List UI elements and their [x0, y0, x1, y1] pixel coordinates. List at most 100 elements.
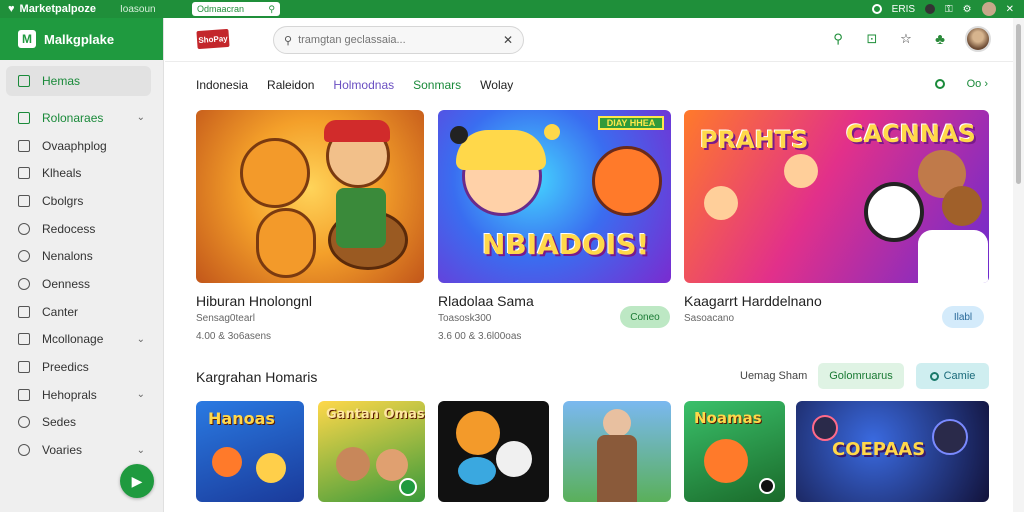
sidebar-item-sedes[interactable]: Sedes: [0, 409, 163, 437]
sidebar-item-label: Sedes: [42, 415, 77, 430]
tab-raleidon[interactable]: Raleidon: [267, 78, 314, 92]
action-button[interactable]: Ilabl: [942, 306, 984, 328]
sidebar-item-mcollonage[interactable]: Mcollonage ⌄: [0, 326, 163, 354]
character-art: [336, 447, 370, 481]
sidebar-item-label: Preedics: [42, 360, 89, 375]
featured-card[interactable]: DIAY HHEA NBIADOIS! Rladolaa Sama Toasos…: [438, 110, 671, 342]
clover-icon[interactable]: ♣: [931, 30, 949, 48]
profile-dot-icon[interactable]: [925, 4, 936, 14]
scrollbar[interactable]: [1013, 18, 1024, 512]
featured-card[interactable]: PRAHTS CACNNAS Kaagarrt Harddelnano Saso…: [684, 110, 989, 328]
game-title[interactable]: Hiburan Hnolongnl: [196, 293, 424, 309]
sidebar-item-cbolgrs[interactable]: Cbolgrs: [0, 187, 163, 215]
search-icon: ⚲: [268, 3, 275, 14]
bag-icon[interactable]: ⊡: [863, 30, 881, 48]
user-avatar[interactable]: [965, 26, 991, 52]
settings-icon[interactable]: ⚙: [963, 4, 972, 15]
character-shirt-art: [336, 188, 386, 248]
category-tabs: Indonesia Raleidon Holmodnas Sonmars Wol…: [196, 78, 513, 92]
leaf-icon: [18, 111, 30, 124]
lock-icon[interactable]: ⚿: [945, 4, 953, 15]
browser-tab[interactable]: Ioasoun: [120, 4, 188, 15]
featured-card[interactable]: Hiburan Hnolongnl Sensag0tearl 4.00 & 3o…: [196, 110, 424, 342]
record-icon[interactable]: [871, 4, 882, 14]
browser-brand[interactable]: ♥ Marketpalpoze: [0, 3, 120, 15]
browser-right-label: ERIS: [891, 3, 916, 15]
browser-right-controls: ERIS ⚿ ⚙ ✕: [871, 0, 1014, 18]
floating-action-button[interactable]: ▶: [120, 464, 154, 498]
sidebar-item-klheals[interactable]: Klheals: [0, 159, 163, 187]
search-icon[interactable]: ⚲: [829, 30, 847, 48]
game-tile[interactable]: [563, 401, 671, 502]
game-tile[interactable]: Noamas: [684, 401, 785, 502]
heart-logo-icon: ♥: [8, 3, 15, 15]
app-header: ShoPay ⚲ ✕ ⚲ ⊡ ☆ ♣: [165, 18, 1013, 62]
header-actions: ⚲ ⊡ ☆ ♣: [829, 26, 991, 52]
badge-icon: [759, 478, 775, 494]
scroll-thumb[interactable]: [1016, 24, 1021, 184]
game-thumbnail[interactable]: DIAY HHEA NBIADOIS!: [438, 110, 671, 283]
filter-icon[interactable]: [934, 79, 945, 89]
page-icon: [18, 361, 30, 374]
grid-icon: [18, 333, 30, 346]
game-tile[interactable]: Hanoas: [196, 401, 304, 502]
sidebar-item-rolonaraes[interactable]: Rolonaraes ⌄: [0, 104, 163, 132]
tab-wolay[interactable]: Wolay: [480, 78, 513, 92]
game-title[interactable]: Kaagarrt Harddelnano: [684, 293, 989, 309]
tile-art-title: Gantan Omas: [326, 407, 425, 422]
sidebar-item-hehoprals[interactable]: Hehoprals ⌄: [0, 381, 163, 409]
filter-chip-label: Camie: [943, 370, 976, 382]
app-logo-icon: M: [18, 30, 36, 48]
square-icon: [18, 167, 30, 180]
close-icon[interactable]: ✕: [1006, 4, 1014, 15]
character-art: [458, 457, 496, 485]
box-icon: [18, 194, 30, 207]
url-pill[interactable]: Odmaacran ⚲: [192, 2, 280, 16]
character-art: [456, 411, 500, 455]
doc-icon: [18, 305, 30, 318]
game-tile[interactable]: COEPAAS: [796, 401, 989, 502]
jersey-art: [918, 230, 988, 283]
character-body-art: [256, 208, 316, 278]
tab-holmodnas[interactable]: Holmodnas: [333, 78, 394, 92]
bookmark-icon[interactable]: ☆: [897, 30, 915, 48]
sidebar-item-home[interactable]: Hemas: [6, 66, 151, 96]
star-icon: [18, 444, 30, 457]
search-bar[interactable]: ⚲ ✕: [273, 26, 524, 54]
tabs-more-link[interactable]: Oo ›: [967, 78, 988, 90]
filter-chip[interactable]: Golomruarus: [818, 363, 904, 389]
sidebar-item-label: Hemas: [42, 74, 81, 88]
play-button[interactable]: Coneo: [620, 306, 670, 328]
tabs-more-label: Oo: [966, 78, 982, 90]
tabs-right-controls: Oo ›: [934, 78, 988, 90]
search-icon: [18, 277, 30, 290]
filter-chip-camie[interactable]: Camie: [916, 363, 989, 389]
sidebar-item-nenalons[interactable]: Nenalons: [0, 242, 163, 270]
tab-indonesia[interactable]: Indonesia: [196, 78, 248, 92]
character-art: [812, 415, 838, 441]
circle-icon: [929, 371, 939, 381]
sidebar-item-oenness[interactable]: Oenness: [0, 270, 163, 298]
tab-sonmars[interactable]: Sonmars: [413, 78, 461, 92]
sidebar-item-ovaaphplog[interactable]: Ovaaphplog: [0, 132, 163, 160]
section-link[interactable]: Uemag Sham: [740, 370, 807, 382]
sidebar-item-canter[interactable]: Canter: [0, 298, 163, 326]
chevron-down-icon: ⌄: [136, 112, 145, 124]
game-thumbnail[interactable]: [196, 110, 424, 283]
url-pill-label: Odmaacran: [197, 4, 245, 14]
shop-logo[interactable]: ShoPay: [196, 28, 230, 50]
settings-icon: [18, 250, 30, 263]
game-tile[interactable]: [438, 401, 549, 502]
avatar[interactable]: [981, 2, 996, 16]
clear-icon[interactable]: ✕: [503, 33, 513, 47]
sidebar-item-preedics[interactable]: Preedics: [0, 353, 163, 381]
search-icon: ⚲: [284, 34, 293, 47]
game-thumbnail[interactable]: PRAHTS CACNNAS: [684, 110, 989, 283]
search-input[interactable]: [298, 34, 503, 46]
game-tile[interactable]: Gantan Omas: [318, 401, 425, 502]
character-art: [704, 439, 748, 483]
game-art-title: NBIADOIS!: [482, 228, 650, 261]
sidebar-header[interactable]: M Malkgplake: [0, 18, 163, 60]
sidebar-item-redocess[interactable]: Redocess: [0, 215, 163, 243]
sidebar-item-voaries[interactable]: Voaries ⌄: [0, 436, 163, 464]
